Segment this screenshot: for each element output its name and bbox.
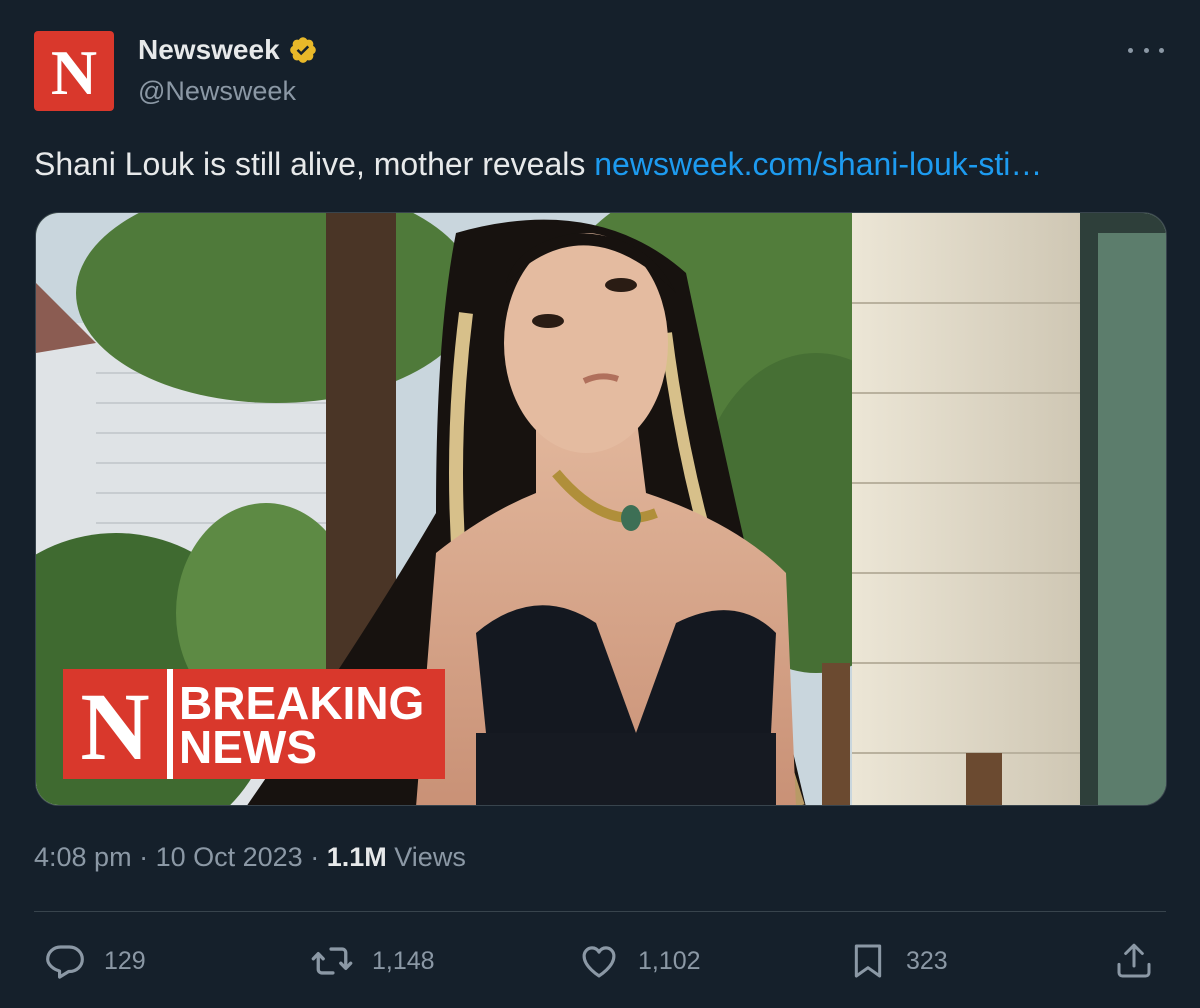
like-count: 1,102: [638, 946, 701, 975]
bookmark-button[interactable]: 323: [848, 936, 948, 986]
handle[interactable]: @Newsweek: [138, 76, 296, 107]
badge-text: BREAKING NEWS: [173, 669, 445, 779]
bookmark-icon: [854, 944, 882, 978]
meta-separator: ·: [310, 842, 320, 872]
tweet-meta: 4:08 pm · 10 Oct 2023 · 1.1M Views: [34, 842, 466, 873]
badge-line-2: NEWS: [179, 721, 317, 773]
retweet-count: 1,148: [372, 946, 435, 975]
badge-logo-letter: N: [80, 673, 150, 780]
verified-badge-icon: [289, 37, 316, 63]
more-icon[interactable]: [1128, 38, 1164, 62]
retweet-button[interactable]: 1,148: [310, 936, 435, 986]
meta-separator: ·: [139, 842, 149, 872]
views-label: Views: [394, 842, 466, 872]
like-button[interactable]: 1,102: [578, 936, 701, 986]
badge-line-1: BREAKING: [179, 677, 425, 729]
heart-icon: [582, 946, 616, 978]
share-icon: [1117, 943, 1151, 978]
tweet-body: Shani Louk is still alive, mother reveal…: [34, 146, 595, 182]
reply-button[interactable]: 129: [44, 936, 146, 986]
tweet-date[interactable]: 10 Oct 2023: [156, 842, 303, 872]
divider: [34, 911, 1166, 912]
tweet-media[interactable]: N BREAKING NEWS: [35, 212, 1167, 806]
display-name[interactable]: Newsweek: [138, 34, 280, 66]
author-name-row: Newsweek: [138, 34, 318, 66]
tweet-text: Shani Louk is still alive, mother reveal…: [34, 142, 1174, 186]
retweet-icon: [311, 947, 353, 975]
more-dot: [1159, 47, 1164, 53]
share-button[interactable]: [1114, 936, 1154, 986]
avatar[interactable]: N: [34, 31, 114, 111]
tweet-time[interactable]: 4:08 pm: [34, 842, 132, 872]
bookmark-count: 323: [906, 946, 948, 975]
more-dot: [1143, 47, 1149, 53]
reply-count: 129: [104, 946, 146, 975]
reply-icon: [46, 945, 84, 979]
badge-logo: N: [63, 669, 167, 779]
avatar-letter: N: [50, 37, 98, 108]
more-dot: [1128, 47, 1133, 53]
breaking-news-badge: N BREAKING NEWS: [63, 669, 445, 779]
views-count[interactable]: 1.1M: [327, 842, 387, 872]
tweet-link[interactable]: newsweek.com/shani-louk-sti…: [594, 146, 1042, 182]
